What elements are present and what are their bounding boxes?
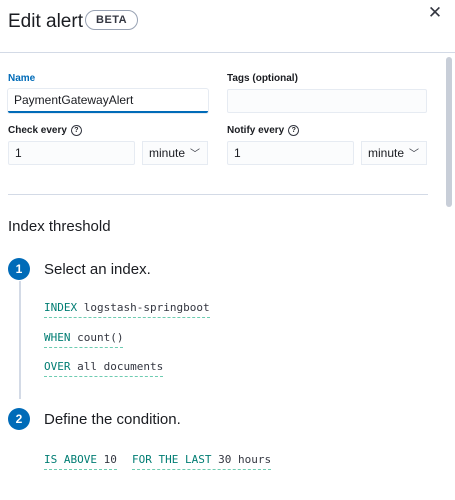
threshold-expression[interactable]: IS ABOVE 10 — [44, 453, 117, 470]
section-title: Index threshold — [8, 218, 111, 235]
check-every-unit-select[interactable]: minute ﹀ — [142, 141, 208, 165]
chevron-down-icon: ﹀ — [409, 149, 419, 160]
notify-every-label-text: Notify every — [227, 125, 285, 136]
flyout-title: Edit alert — [8, 11, 83, 32]
step-title: Define the condition. — [44, 411, 181, 428]
expression-value: logstash-springboot — [83, 301, 210, 314]
expression-value: all documents — [77, 360, 164, 373]
tags-input[interactable] — [227, 89, 427, 113]
expression-keyword: FOR THE LAST — [132, 453, 212, 466]
chevron-down-icon: ﹀ — [190, 149, 200, 160]
flyout-body: Name PaymentGatewayAlert Tags (optional)… — [0, 53, 455, 500]
time-window-expression[interactable]: FOR THE LAST 30 hours — [132, 453, 272, 470]
help-icon[interactable]: ? — [288, 125, 300, 136]
expression-keyword: IS ABOVE — [44, 453, 97, 466]
check-every-input[interactable]: 1 — [8, 141, 135, 165]
close-icon[interactable]: ✕ — [427, 4, 443, 21]
expression-keyword: INDEX — [44, 301, 78, 314]
expression-keyword: OVER — [44, 360, 71, 373]
help-icon[interactable]: ? — [70, 125, 82, 136]
notify-every-unit-value: minute — [368, 146, 405, 160]
check-every-label-text: Check every — [8, 125, 67, 136]
tags-label: Tags (optional) — [227, 73, 298, 84]
beta-badge: BETA — [85, 10, 139, 30]
expression-keyword: WHEN — [44, 331, 71, 344]
name-input[interactable]: PaymentGatewayAlert — [8, 89, 208, 113]
check-every-label: Check every? — [8, 125, 82, 136]
step-title: Select an index. — [44, 261, 151, 278]
index-expression[interactable]: INDEX logstash-springboot — [44, 301, 210, 318]
over-expression[interactable]: OVER all documents — [44, 360, 164, 377]
flyout-header: Edit alert BETA ✕ — [0, 0, 455, 53]
when-expression[interactable]: WHEN count() — [44, 331, 124, 348]
notify-every-input[interactable]: 1 — [227, 141, 354, 165]
divider — [8, 194, 428, 195]
step-number: 1 — [8, 258, 30, 280]
expression-value: count() — [77, 331, 124, 344]
expression-value: 10 — [103, 453, 117, 466]
step-number: 2 — [8, 408, 30, 430]
expression-value: 30 hours — [218, 453, 272, 466]
check-every-unit-value: minute — [149, 146, 186, 160]
scrollbar[interactable] — [446, 57, 452, 207]
step-connector — [19, 281, 21, 399]
notify-every-label: Notify every? — [227, 125, 300, 136]
notify-every-unit-select[interactable]: minute ﹀ — [361, 141, 427, 165]
name-label: Name — [8, 73, 36, 84]
